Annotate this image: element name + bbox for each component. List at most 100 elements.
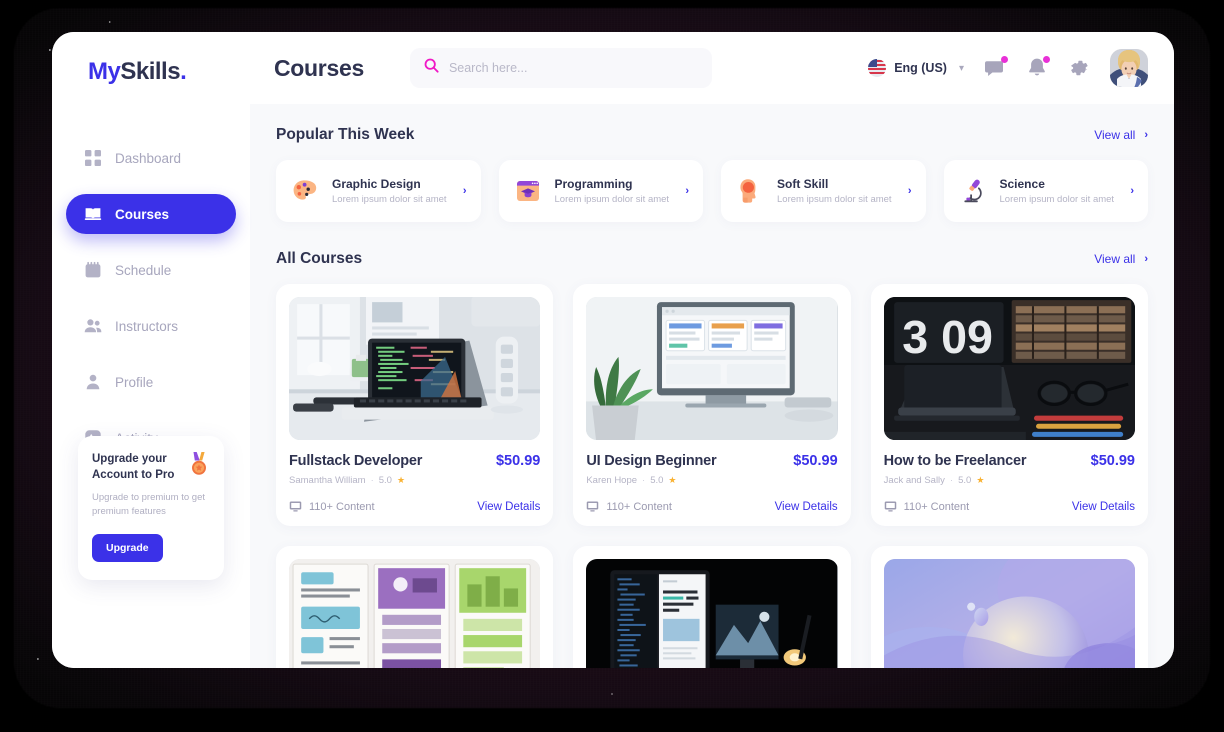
search-bar[interactable]	[409, 48, 712, 88]
course-thumbnail-wireframe-sketches	[289, 559, 541, 668]
star-icon: ★	[396, 475, 406, 485]
upgrade-promo-card: Upgrade your Account to Pro Upgrade to p…	[78, 436, 224, 580]
meta-separator: ·	[370, 475, 374, 486]
chevron-right-icon: ›	[1130, 185, 1134, 197]
course-meta: Karen Hope · 5.0 ★	[586, 475, 837, 486]
browser-graduation-icon	[513, 176, 543, 206]
popular-card-graphic-design[interactable]: Graphic Design Lorem ipsum dolor sit ame…	[276, 160, 481, 222]
course-footer-row: 110+ Content View Details	[289, 500, 540, 513]
chevron-down-icon: ▾	[958, 62, 964, 74]
chevron-right-icon: ›	[1144, 253, 1148, 265]
search-icon	[424, 58, 439, 78]
course-meta: Samantha William · 5.0 ★	[289, 475, 540, 486]
course-content-label: 110+ Content	[309, 500, 375, 513]
course-rating: 5.0	[650, 475, 664, 486]
popular-card-science[interactable]: Science Lorem ipsum dolor sit amet ›	[943, 160, 1148, 222]
app-window: MySkills. Dashboard Courses Schedule Ins…	[52, 32, 1174, 668]
sidebar-item-label: Profile	[115, 374, 154, 390]
monitor-icon	[289, 500, 302, 513]
course-rating: 5.0	[378, 475, 392, 486]
popular-card-name: Graphic Design	[332, 177, 421, 191]
popular-card-sub: Lorem ipsum dolor sit amet	[554, 194, 670, 205]
chevron-right-icon: ›	[462, 185, 467, 197]
top-bar-actions: Eng (US) ▾	[868, 49, 1148, 87]
popular-cards-grid: Graphic Design Lorem ipsum dolor sit ame…	[276, 160, 1148, 222]
sidebar-item-courses[interactable]: Courses	[66, 194, 236, 234]
popular-card-sub: Lorem ipsum dolor sit amet	[999, 194, 1115, 205]
all-courses-view-all-label: View all	[1094, 252, 1136, 266]
svg-text:3 09: 3 09	[902, 311, 993, 363]
course-author: Karen Hope	[586, 475, 638, 486]
course-thumbnail-dark-desk-glasses: 3 09	[883, 297, 1135, 440]
screenshot-stage: MySkills. Dashboard Courses Schedule Ins…	[0, 0, 1224, 732]
upgrade-button[interactable]: Upgrade	[92, 533, 163, 562]
language-label: Eng (US)	[894, 61, 947, 75]
popular-card-sub: Lorem ipsum dolor sit amet	[332, 194, 447, 205]
page-title: Courses	[274, 54, 364, 81]
course-content-count: 110+ Content	[586, 500, 672, 513]
all-courses-title: All Courses	[276, 250, 363, 267]
sidebar-item-label: Instructors	[115, 318, 179, 334]
all-courses-view-all-link[interactable]: View all ›	[1094, 252, 1148, 266]
popular-card-text: Programming Lorem ipsum dolor sit amet	[555, 177, 674, 205]
popular-view-all-link[interactable]: View all ›	[1094, 128, 1148, 142]
course-content-count: 110+ Content	[289, 500, 375, 513]
course-cards-grid: Fullstack Developer $50.99 Samantha Will…	[276, 284, 1148, 668]
sidebar-item-schedule[interactable]: Schedule	[66, 250, 236, 290]
content-area: Popular This Week View all › Graphic Des…	[250, 104, 1174, 668]
view-details-link[interactable]: View Details	[1072, 501, 1135, 513]
brand-logo[interactable]: MySkills.	[52, 58, 250, 86]
course-thumbnail-dark-imac-night	[586, 559, 838, 668]
course-card[interactable]	[276, 546, 554, 668]
course-price: $50.99	[495, 453, 541, 469]
chevron-right-icon: ›	[685, 185, 689, 197]
course-author: Jack and Sally	[883, 475, 945, 486]
sidebar-item-label: Dashboard	[115, 150, 182, 166]
course-name: Fullstack Developer	[289, 453, 423, 469]
sidebar-item-label: Schedule	[115, 262, 172, 278]
language-selector[interactable]: Eng (US) ▾	[868, 59, 964, 77]
chevron-right-icon: ›	[907, 185, 912, 197]
top-bar: Courses Eng (US) ▾	[250, 32, 1174, 104]
course-meta: Jack and Sally · 5.0 ★	[884, 475, 1135, 486]
course-card[interactable]: UI Design Beginner $50.99 Karen Hope · 5…	[573, 284, 851, 526]
view-details-link[interactable]: View Details	[477, 501, 540, 513]
grid-icon	[84, 149, 102, 167]
head-brain-icon	[735, 176, 765, 206]
person-icon	[84, 373, 102, 391]
brand-logo-skills: Skills	[120, 58, 181, 85]
search-input[interactable]	[448, 61, 698, 75]
upgrade-subtitle: Upgrade to premium to get premium featur…	[92, 492, 206, 518]
bell-icon[interactable]	[1026, 56, 1050, 79]
sidebar-item-instructors[interactable]: Instructors	[66, 306, 236, 346]
gear-icon[interactable]	[1068, 57, 1090, 79]
course-title-row: Fullstack Developer $50.99	[289, 453, 540, 469]
course-rating: 5.0	[958, 475, 972, 486]
view-details-link[interactable]: View Details	[775, 501, 838, 513]
popular-card-name: Science	[999, 177, 1045, 191]
microscope-icon	[958, 176, 988, 206]
course-content-label: 110+ Content	[903, 500, 970, 513]
upgrade-title: Upgrade your Account to Pro	[92, 453, 175, 481]
sidebar-item-profile[interactable]: Profile	[66, 362, 236, 402]
popular-card-text: Soft Skill Lorem ipsum dolor sit amet	[777, 177, 896, 205]
popular-section-header: Popular This Week View all ›	[276, 126, 1148, 144]
sidebar-item-dashboard[interactable]: Dashboard	[66, 138, 236, 178]
course-card[interactable]	[870, 546, 1148, 668]
avatar[interactable]	[1110, 49, 1148, 87]
popular-card-soft-skill[interactable]: Soft Skill Lorem ipsum dolor sit amet ›	[721, 160, 926, 222]
course-card[interactable]	[573, 546, 851, 668]
star-icon: ★	[668, 475, 677, 485]
popular-card-text: Science Lorem ipsum dolor sit amet	[1000, 177, 1119, 205]
message-icon[interactable]	[984, 56, 1008, 79]
course-card[interactable]: 3 09 How to be Freelancer $50.99 Jack an…	[870, 284, 1148, 526]
calendar-icon	[84, 261, 102, 279]
star-icon: ★	[976, 475, 985, 485]
popular-card-programming[interactable]: Programming Lorem ipsum dolor sit amet ›	[498, 160, 703, 222]
popular-title: Popular This Week	[276, 126, 415, 143]
course-thumbnail-imac-design-plant	[586, 297, 838, 440]
course-card[interactable]: Fullstack Developer $50.99 Samantha Will…	[276, 284, 554, 526]
upgrade-header-row: Upgrade your Account to Pro	[92, 452, 210, 483]
chevron-right-icon: ›	[1144, 129, 1148, 141]
course-name: UI Design Beginner	[586, 453, 717, 469]
